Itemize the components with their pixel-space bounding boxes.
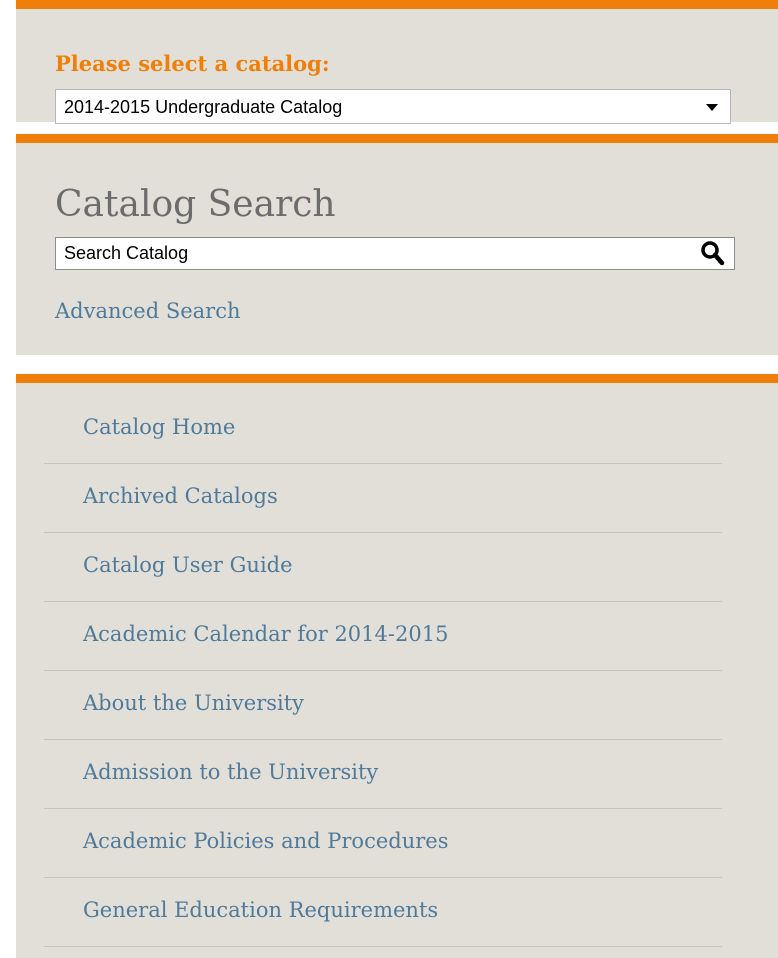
nav-link-academic-calendar[interactable]: Academic Calendar for 2014-2015 <box>83 624 448 645</box>
nav-link-admission[interactable]: Admission to the University <box>83 762 378 783</box>
nav-link-about-university[interactable]: About the University <box>83 693 304 714</box>
search-input[interactable] <box>55 237 735 270</box>
search-icon <box>701 241 725 266</box>
advanced-search-link[interactable]: Advanced Search <box>55 301 240 322</box>
nav-item-about-university: About the University <box>44 671 722 740</box>
nav-link-academic-policies[interactable]: Academic Policies and Procedures <box>83 831 448 852</box>
search-title: Catalog Search <box>55 184 336 225</box>
catalog-select-label: Please select a catalog: <box>55 51 330 76</box>
catalog-select-panel: Please select a catalog: 2014-2015 Under… <box>16 0 778 124</box>
catalog-dropdown-value: 2014-2015 Undergraduate Catalog <box>64 97 343 117</box>
nav-link-archived-catalogs[interactable]: Archived Catalogs <box>83 486 278 507</box>
catalog-search-panel: Catalog Search Advanced Search <box>16 134 778 355</box>
nav-item-general-education: General Education Requirements <box>44 878 722 947</box>
nav-link-catalog-home[interactable]: Catalog Home <box>83 417 235 438</box>
catalog-dropdown[interactable]: 2014-2015 Undergraduate Catalog <box>55 89 731 124</box>
nav-link-general-education[interactable]: General Education Requirements <box>83 900 438 921</box>
nav-item-archived-catalogs: Archived Catalogs <box>44 464 722 533</box>
nav-item-catalog-user-guide: Catalog User Guide <box>44 533 722 602</box>
nav-item-catalog-home: Catalog Home <box>44 395 722 464</box>
nav-link-catalog-user-guide[interactable]: Catalog User Guide <box>83 555 293 576</box>
nav-item-admission: Admission to the University <box>44 740 722 809</box>
catalog-nav-list: Catalog Home Archived Catalogs Catalog U… <box>44 395 722 947</box>
catalog-nav-panel: Catalog Home Archived Catalogs Catalog U… <box>16 374 778 958</box>
search-button[interactable] <box>697 239 729 267</box>
chevron-down-icon <box>706 104 718 111</box>
nav-item-academic-calendar: Academic Calendar for 2014-2015 <box>44 602 722 671</box>
nav-item-academic-policies: Academic Policies and Procedures <box>44 809 722 878</box>
